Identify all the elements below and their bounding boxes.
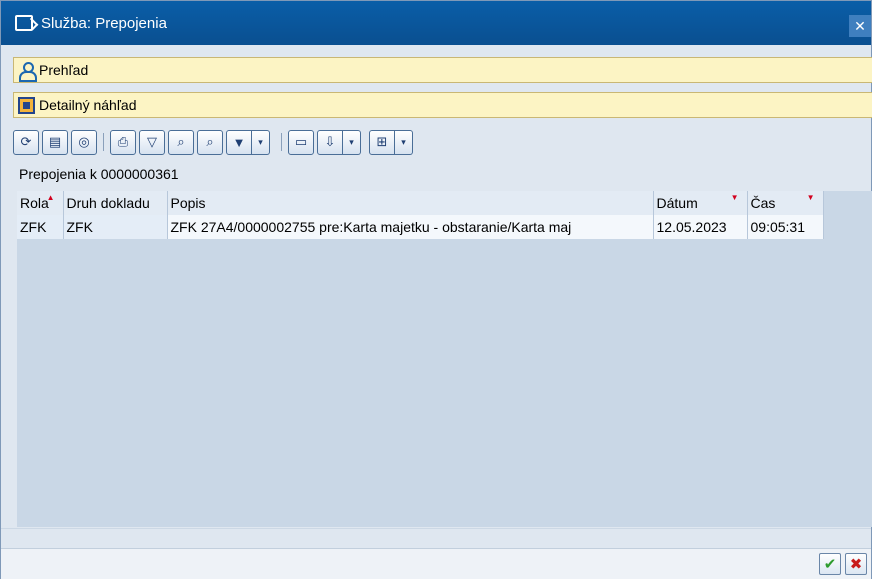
zoom-button[interactable]: ◎	[71, 129, 97, 155]
confirm-button[interactable]: ✔	[819, 553, 841, 575]
print-icon: ⎙	[117, 134, 129, 149]
chevron-down-icon: ▾	[349, 136, 354, 147]
export-menu-button[interactable]: ▾	[343, 129, 361, 155]
column-header-cas[interactable]: Čas ▼	[747, 191, 824, 215]
sort-indicator-icon: ▼	[730, 193, 739, 202]
sort-indicator-icon: ▼	[806, 193, 815, 202]
table-header-row: Rola ▲ Druh dokladu Popis Dátum ▼ Čas ▼	[17, 191, 824, 215]
find-next-button[interactable]: ⌕	[197, 129, 223, 155]
column-header-druh-dokladu[interactable]: Druh dokladu	[63, 191, 168, 215]
refresh-icon: ⟳	[20, 134, 32, 149]
cell-rola[interactable]: ZFK	[17, 215, 64, 239]
print-button[interactable]: ⎙	[110, 129, 136, 155]
detail-view-tray-label: Detailný náhľad	[39, 97, 137, 113]
links-table: Rola ▲ Druh dokladu Popis Dátum ▼ Čas ▼ ZFK…	[17, 191, 824, 239]
refresh-button[interactable]: ⟳	[13, 129, 39, 155]
alv-toolbar: ⟳ ▤ ◎ ⎙ ▽ ⌕ ⌕ ▼ ▾ ▭ ⇩ ▾ ⊞ ▾	[13, 126, 421, 158]
dialog-footer: ✔ ✖	[1, 548, 871, 579]
details-button[interactable]: ▤	[42, 129, 68, 155]
layout-menu-button[interactable]: ▾	[395, 129, 413, 155]
sort-indicator-icon: ▲	[46, 193, 55, 202]
close-icon: ✖	[849, 556, 863, 573]
column-header-rola[interactable]: Rola ▲	[17, 191, 64, 215]
filter-icon: ▽	[147, 134, 157, 149]
export-icon: ⇩	[324, 134, 336, 149]
cancel-button[interactable]: ✖	[845, 553, 867, 575]
cell-druh-dokladu[interactable]: ZFK	[63, 215, 168, 239]
detail-icon: ▤	[48, 134, 62, 149]
set-filter-button[interactable]: ▼	[226, 129, 252, 155]
print-preview-button[interactable]: ▭	[288, 129, 314, 155]
window-title: Služba: Prepojenia	[41, 14, 167, 32]
checkmark-icon: ✔	[823, 556, 837, 573]
title-bar: Služba: Prepojenia ✕	[1, 1, 871, 45]
set-filter-icon: ▼	[232, 134, 246, 150]
layout-icon: ⊞	[376, 134, 388, 149]
overview-tray-label: Prehľad	[39, 62, 89, 78]
detail-view-icon	[18, 96, 35, 114]
chevron-down-icon: ▾	[401, 136, 406, 147]
service-icon	[15, 15, 33, 31]
cell-popis[interactable]: ZFK 27A4/0000002755 pre:Karta majetku - …	[167, 215, 654, 239]
close-button[interactable]: ✕	[849, 15, 871, 37]
person-icon	[18, 61, 37, 82]
table-row[interactable]: ZFK ZFK ZFK 27A4/0000002755 pre:Karta ma…	[17, 215, 824, 239]
cell-cas[interactable]: 09:05:31	[747, 215, 824, 239]
find-next-icon: ⌕	[206, 134, 214, 149]
export-button[interactable]: ⇩	[317, 129, 343, 155]
column-header-datum[interactable]: Dátum ▼	[653, 191, 748, 215]
layout-button[interactable]: ⊞	[369, 129, 395, 155]
status-line	[1, 528, 871, 548]
find-icon: ⌕	[177, 134, 185, 149]
toolbar-separator	[103, 133, 104, 151]
overview-tray[interactable]: Prehľad	[13, 57, 872, 83]
print-preview-icon: ▭	[294, 134, 308, 149]
find-button[interactable]: ⌕	[168, 129, 194, 155]
grid-heading: Prepojenia k 0000000361	[19, 166, 179, 182]
dialog-window: Služba: Prepojenia ✕ Prehľad Detailný ná…	[0, 0, 872, 579]
toolbar-separator	[281, 133, 282, 151]
filter-button[interactable]: ▽	[139, 129, 165, 155]
links-grid: Rola ▲ Druh dokladu Popis Dátum ▼ Čas ▼ ZFK…	[17, 191, 872, 527]
chevron-down-icon: ▾	[258, 136, 263, 147]
column-header-popis[interactable]: Popis	[167, 191, 654, 215]
zoom-icon: ◎	[78, 134, 90, 149]
cell-datum[interactable]: 12.05.2023	[653, 215, 748, 239]
filter-menu-button[interactable]: ▾	[252, 129, 270, 155]
detail-view-tray[interactable]: Detailný náhľad	[13, 92, 872, 118]
